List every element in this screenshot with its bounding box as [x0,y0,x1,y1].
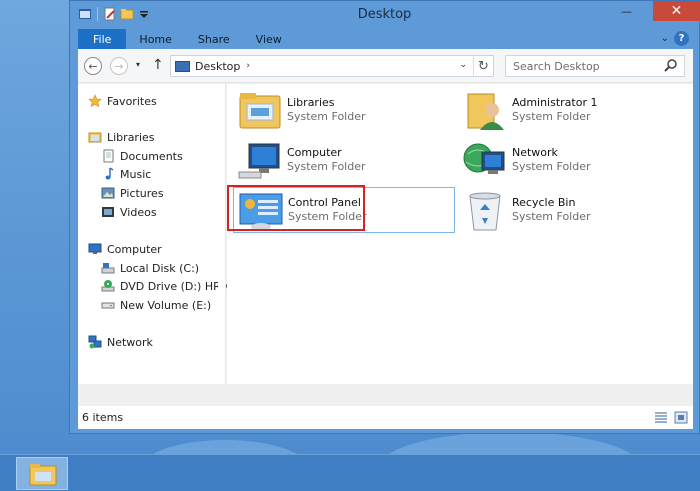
computer-icon [238,143,280,179]
user-folder-icon [467,93,504,130]
item-recycle-bin[interactable]: Recycle Bin System Folder [458,187,680,233]
nav-label: Favorites [107,94,157,108]
item-type: System Folder [287,110,366,123]
item-count: 6 items [82,411,124,424]
address-row: ← → ▾ ↑ Desktop › ⌄ ↻ Search Desktop [78,49,693,83]
star-icon [88,94,102,108]
nav-item-new-volume[interactable]: New Volume (E:) [101,298,211,312]
desktop-location-icon [175,60,190,72]
item-administrator[interactable]: Administrator 1 System Folder [458,87,680,133]
taskbar [0,454,700,491]
highlight-box [227,185,365,231]
nav-item-computer[interactable]: Computer [88,242,162,256]
item-type: System Folder [287,160,366,173]
nav-label: Network [107,335,153,349]
tab-file[interactable]: File [78,29,127,49]
large-icons-view-icon[interactable] [674,411,688,424]
network-icon [463,143,505,174]
nav-item-pictures[interactable]: Pictures [101,186,164,200]
help-icon[interactable]: ? [674,31,689,46]
libraries-icon [88,132,102,143]
music-icon [105,167,114,180]
nav-label: Local Disk (C:) [120,261,200,275]
nav-item-libraries[interactable]: Libraries [88,130,155,144]
expand-ribbon-icon[interactable]: ⌄ [661,33,669,44]
nav-label: Pictures [120,186,164,200]
forward-button[interactable]: → [110,57,128,75]
pane-splitter[interactable] [218,84,226,384]
nav-item-documents[interactable]: Documents [101,149,183,163]
item-network[interactable]: Network System Folder [458,137,680,183]
local-disk-icon [101,263,115,274]
item-type: System Folder [512,110,591,123]
tab-share[interactable]: Share [185,29,243,49]
up-button[interactable]: ↑ [152,57,164,73]
window-title: Desktop [357,7,412,22]
main-area: ← → ▾ ↑ Desktop › ⌄ ↻ Search Desktop Fav… [78,49,693,429]
content-area: Libraries System Folder Administrator 1 … [227,84,693,384]
nav-label: Computer [107,242,162,256]
nav-item-videos[interactable]: Videos [101,205,157,219]
ribbon-tabs: File Home Share View [78,29,295,49]
search-icon[interactable] [663,58,679,74]
navigation-pane: Favorites Libraries Documents Music Pict… [78,84,230,384]
item-name: Libraries [287,96,335,109]
tab-view[interactable]: View [243,29,295,49]
file-explorer-icon [29,464,57,486]
nav-item-network[interactable]: Network [88,335,153,349]
status-bar: 6 items [78,405,693,429]
item-name: Network [512,146,558,159]
nav-item-favorites[interactable]: Favorites [88,94,157,108]
nav-label: Documents [120,149,183,163]
item-name: Administrator 1 [512,96,598,109]
nav-label: Libraries [107,130,155,144]
nav-label: Music [120,167,152,181]
nav-label: DVD Drive (D:) HRM [120,279,231,293]
tab-home[interactable]: Home [126,29,184,49]
taskbar-explorer-button[interactable] [16,457,68,490]
dvd-drive-icon [101,280,115,292]
nav-label: New Volume (E:) [120,298,212,312]
title-bar: Desktop — ✕ [70,1,700,29]
close-button[interactable]: ✕ [653,1,700,21]
drive-icon [101,302,115,309]
network-icon [88,335,102,349]
address-bar[interactable]: Desktop › ⌄ [170,55,494,77]
address-dropdown-icon[interactable]: ⌄ [459,60,467,70]
item-name: Computer [287,146,342,159]
nav-item-music[interactable]: Music [101,167,151,181]
recent-locations-icon[interactable]: ▾ [136,60,140,69]
videos-icon [102,207,114,217]
computer-icon [88,243,102,254]
minimize-button[interactable]: — [613,1,640,21]
search-box[interactable]: Search Desktop [505,55,685,77]
recycle-bin-icon [469,192,501,231]
documents-icon [103,149,114,163]
details-view-icon[interactable] [654,411,668,424]
pictures-icon [101,187,115,199]
breadcrumb-chevron-icon[interactable]: › [246,61,250,71]
nav-item-local-disk[interactable]: Local Disk (C:) [101,261,199,275]
explorer-window: Desktop — ✕ File Home Share View ⌄ ? ← →… [69,0,700,434]
item-type: System Folder [512,160,591,173]
nav-label: Videos [120,205,157,219]
item-computer[interactable]: Computer System Folder [233,137,455,183]
search-input[interactable]: Search Desktop [513,60,663,73]
refresh-button[interactable]: ↻ [473,55,494,77]
item-type: System Folder [512,210,591,223]
nav-item-dvd-drive[interactable]: DVD Drive (D:) HRM [101,279,230,293]
item-name: Recycle Bin [512,196,576,209]
address-path[interactable]: Desktop [195,60,240,73]
back-button[interactable]: ← [84,57,102,75]
item-libraries[interactable]: Libraries System Folder [233,87,455,133]
libraries-icon [239,93,281,129]
